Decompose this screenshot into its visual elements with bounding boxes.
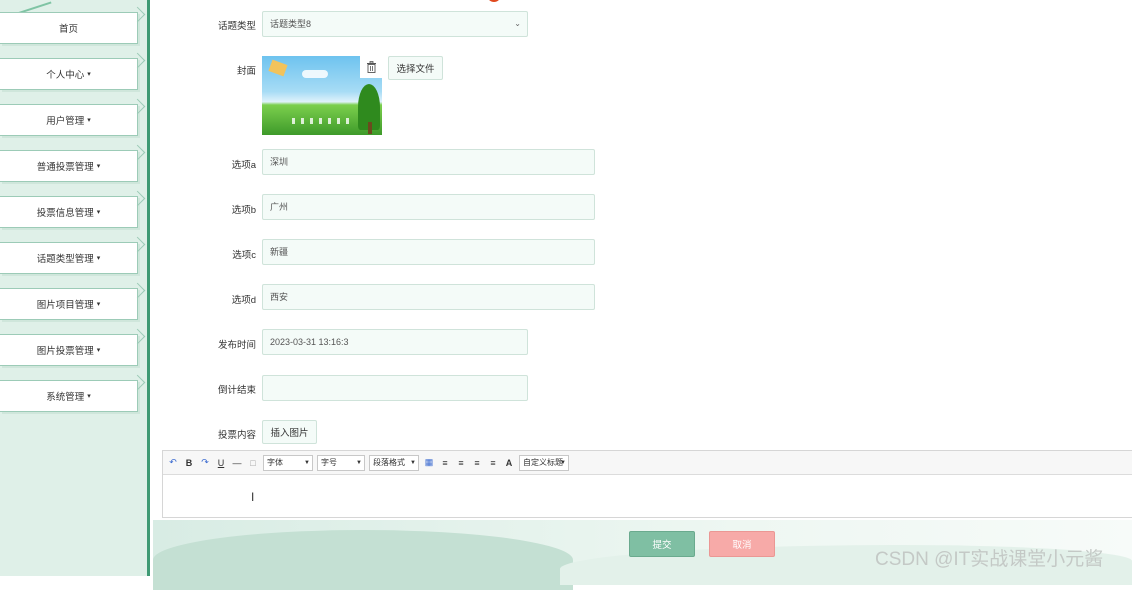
blank-page-icon[interactable]: □ xyxy=(247,458,259,468)
bold-button[interactable]: B xyxy=(183,458,195,468)
sidebar-item-system-management[interactable]: 系统管理 ▾ xyxy=(0,374,146,412)
option-c-input[interactable]: 新疆 xyxy=(262,239,595,265)
align-center-icon[interactable]: ≡ xyxy=(471,458,483,468)
underline-button[interactable]: U xyxy=(215,458,227,468)
sidebar-item-home[interactable]: 首页 xyxy=(0,6,146,44)
sidebar-item-vote-info-management[interactable]: 投票信息管理 ▾ xyxy=(0,190,146,228)
align-right-icon[interactable]: ≡ xyxy=(455,458,467,468)
sidebar-item-normal-vote-management[interactable]: 普通投票管理 ▾ xyxy=(0,144,146,182)
sidebar: 首页 个人中心 ▾ 用户管理 ▾ 普通投票管理 ▾ 投票信息管理 ▾ 话题类型管… xyxy=(0,0,150,576)
justify-icon[interactable]: ≡ xyxy=(487,458,499,468)
sidebar-item-topic-type-management[interactable]: 话题类型管理 ▾ xyxy=(0,236,146,274)
topic-type-select[interactable]: 话题类型8 ⌄ xyxy=(262,11,528,37)
text-cursor-icon: I xyxy=(251,490,255,504)
chevron-down-icon: ▼ xyxy=(304,459,310,466)
redo-icon[interactable]: ↷ xyxy=(199,457,211,468)
align-left-icon[interactable]: ≡ xyxy=(439,458,451,468)
sidebar-item-image-project-management[interactable]: 图片项目管理 ▾ xyxy=(0,282,146,320)
tree-trunk-shape xyxy=(368,122,372,134)
sidebar-item-decoration xyxy=(129,374,146,391)
sidebar-item-decoration xyxy=(129,144,146,161)
chevron-down-icon: ⌄ xyxy=(514,19,521,28)
sidebar-item-label: 投票信息管理 xyxy=(36,208,94,219)
caret-down-icon: ▾ xyxy=(96,209,101,216)
font-color-icon[interactable]: A xyxy=(503,458,515,468)
vote-content-label: 投票内容 xyxy=(217,430,256,441)
option-a-input[interactable]: 深圳 xyxy=(262,149,595,175)
chevron-down-icon: ▼ xyxy=(560,459,566,466)
sidebar-item-decoration xyxy=(129,328,146,345)
sidebar-item-label: 用户管理 xyxy=(46,116,85,127)
caret-down-icon: ▾ xyxy=(87,393,91,400)
sidebar-item-label: 图片项目管理 xyxy=(36,300,94,311)
trash-icon[interactable] xyxy=(360,56,382,78)
caret-down-icon: ▾ xyxy=(87,117,91,124)
caret-down-icon: ▾ xyxy=(96,301,101,308)
sidebar-item-decoration xyxy=(129,6,146,23)
option-a-label: 选项a xyxy=(231,160,256,171)
cancel-button[interactable]: 取消 xyxy=(709,531,775,557)
sidebar-item-label: 普通投票管理 xyxy=(36,162,94,173)
flowers-shape xyxy=(292,118,352,124)
paragraph-format-value: 段落格式 xyxy=(373,457,405,467)
font-size-value: 字号 xyxy=(321,457,337,467)
sidebar-item-personal-center[interactable]: 个人中心 ▾ xyxy=(0,52,146,90)
trash-icon-graphic xyxy=(366,61,376,73)
countdown-end-input[interactable] xyxy=(262,375,528,401)
horizontal-rule-icon[interactable]: — xyxy=(231,458,243,468)
caret-down-icon: ▾ xyxy=(87,71,91,78)
font-size-select[interactable]: 字号 ▼ xyxy=(317,454,365,471)
option-d-label: 选项d xyxy=(231,295,256,306)
undo-icon[interactable]: ↶ xyxy=(167,457,179,468)
caret-down-icon: ▾ xyxy=(96,347,101,354)
sidebar-item-label: 图片投票管理 xyxy=(36,346,94,357)
topic-type-label: 话题类型 xyxy=(217,21,256,32)
kite-shape xyxy=(268,59,288,77)
sidebar-item-image-vote-management[interactable]: 图片投票管理 ▾ xyxy=(0,328,146,366)
sidebar-item-decoration xyxy=(129,236,146,253)
topic-type-value: 话题类型8 xyxy=(270,19,312,29)
sidebar-item-label: 话题类型管理 xyxy=(36,254,94,265)
countdown-end-label: 倒计结束 xyxy=(217,385,256,396)
background-wave xyxy=(153,530,573,590)
option-d-input[interactable]: 西安 xyxy=(262,284,595,310)
site-logo xyxy=(487,0,707,4)
caret-down-icon: ▾ xyxy=(96,163,101,170)
sidebar-item-label: 个人中心 xyxy=(46,70,85,81)
chevron-down-icon: ▼ xyxy=(356,459,362,466)
option-b-input[interactable]: 广州 xyxy=(262,194,595,220)
editor-content-area[interactable] xyxy=(163,475,1132,517)
font-family-value: 字体 xyxy=(267,457,283,467)
cloud-shape xyxy=(302,70,328,78)
choose-file-button[interactable]: 选择文件 xyxy=(388,56,443,80)
sidebar-item-label: 系统管理 xyxy=(46,392,85,403)
editor-toolbar: ↶ B ↷ U — □ 字体 ▼ 字号 ▼ 段落格式 ▼ ▦ ≡ ≡ ≡ ≡ A… xyxy=(163,451,1132,475)
sidebar-item-decoration xyxy=(129,52,146,69)
font-family-select[interactable]: 字体 ▼ xyxy=(263,454,313,471)
sidebar-item-user-management[interactable]: 用户管理 ▾ xyxy=(0,98,146,136)
sidebar-item-decoration xyxy=(129,190,146,207)
publish-time-input[interactable]: 2023-03-31 13:16:3 xyxy=(262,329,528,355)
custom-title-select[interactable]: 自定义标题 ▼ xyxy=(519,454,569,471)
option-b-label: 选项b xyxy=(231,205,256,216)
table-icon[interactable]: ▦ xyxy=(423,457,435,468)
watermark: CSDN @IT实战课堂小元酱 xyxy=(875,549,1104,570)
option-c-label: 选项c xyxy=(232,250,256,261)
logo-mark-icon xyxy=(487,0,501,2)
cover-label: 封面 xyxy=(236,66,256,77)
insert-image-button[interactable]: 插入图片 xyxy=(262,420,317,444)
publish-time-label: 发布时间 xyxy=(217,340,256,351)
custom-title-value: 自定义标题 xyxy=(523,457,563,467)
sidebar-item-decoration xyxy=(129,98,146,115)
sidebar-item-decoration xyxy=(129,282,146,299)
rich-text-editor: ↶ B ↷ U — □ 字体 ▼ 字号 ▼ 段落格式 ▼ ▦ ≡ ≡ ≡ ≡ A… xyxy=(162,450,1132,518)
sidebar-item-label: 首页 xyxy=(58,24,78,35)
paragraph-format-select[interactable]: 段落格式 ▼ xyxy=(369,454,419,471)
caret-down-icon: ▾ xyxy=(96,255,101,262)
chevron-down-icon: ▼ xyxy=(410,459,416,466)
submit-button[interactable]: 提交 xyxy=(629,531,695,557)
